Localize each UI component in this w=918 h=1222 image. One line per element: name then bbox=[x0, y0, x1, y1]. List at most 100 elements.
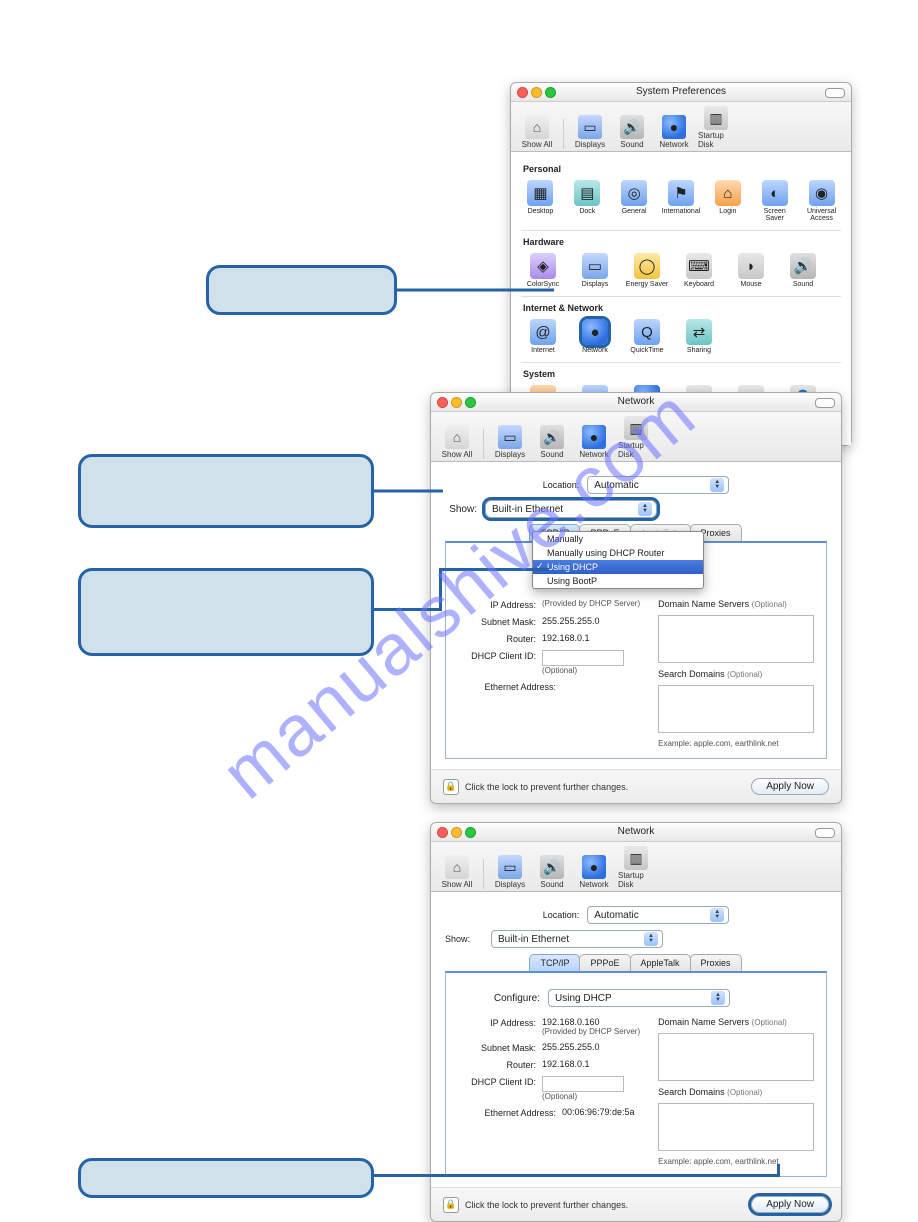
menu-item-manually[interactable]: Manually bbox=[533, 532, 703, 546]
titlebar: System Preferences bbox=[511, 83, 851, 102]
lock-text: Click the lock to prevent further change… bbox=[465, 1200, 628, 1210]
toolbar-network[interactable]: ●Network bbox=[656, 115, 692, 149]
toolbar-displays[interactable]: ▭Displays bbox=[492, 425, 528, 459]
show-label: Show: bbox=[445, 934, 483, 944]
ethernet-address-value: 00:06:96:79:de:5a bbox=[562, 1107, 635, 1117]
section-hardware-label: Hardware bbox=[523, 237, 841, 247]
toolbar-sound[interactable]: 🔊Sound bbox=[534, 855, 570, 889]
pref-login[interactable]: ⌂Login bbox=[708, 180, 747, 222]
location-label: Location: bbox=[543, 480, 580, 490]
example-text: Example: apple.com, earthlink.net bbox=[658, 739, 814, 748]
pref-colorsync[interactable]: ◈ColorSync bbox=[521, 253, 565, 288]
minimize-icon[interactable] bbox=[451, 397, 462, 408]
resize-pill-icon[interactable] bbox=[825, 88, 845, 98]
pref-international[interactable]: ⚑International bbox=[662, 180, 701, 222]
section-personal-label: Personal bbox=[523, 164, 841, 174]
search-domains-textarea[interactable] bbox=[658, 1103, 814, 1151]
location-label: Location: bbox=[543, 910, 580, 920]
apply-now-button[interactable]: Apply Now bbox=[751, 1196, 829, 1213]
subnet-value: 255.255.255.0 bbox=[542, 616, 600, 626]
traffic-lights[interactable] bbox=[517, 87, 556, 98]
toolbar-show-all[interactable]: ⌂Show All bbox=[439, 855, 475, 889]
close-icon[interactable] bbox=[437, 397, 448, 408]
show-select[interactable]: Built-in Ethernet▲▼ bbox=[491, 930, 663, 948]
pref-dock[interactable]: ▤Dock bbox=[568, 180, 607, 222]
traffic-lights[interactable] bbox=[437, 397, 476, 408]
dhcp-client-id-input[interactable] bbox=[542, 1076, 624, 1092]
pref-screen-saver[interactable]: ◐Screen Saver bbox=[755, 180, 794, 222]
menu-item-using-dhcp[interactable]: Using DHCP bbox=[533, 560, 703, 574]
pref-network[interactable]: ●Network bbox=[573, 319, 617, 354]
router-value: 192.168.0.1 bbox=[542, 1059, 590, 1069]
ip-address-value: 192.168.0.160 bbox=[542, 1017, 640, 1027]
dns-servers-textarea[interactable] bbox=[658, 615, 814, 663]
toolbar: ⌂Show All ▭Displays 🔊Sound ●Network ▥Sta… bbox=[511, 102, 851, 152]
resize-pill-icon[interactable] bbox=[815, 398, 835, 408]
lock-icon[interactable]: 🔒 bbox=[443, 779, 459, 795]
pref-general[interactable]: ◎General bbox=[615, 180, 654, 222]
toolbar-sound[interactable]: 🔊Sound bbox=[534, 425, 570, 459]
pref-quicktime[interactable]: QQuickTime bbox=[625, 319, 669, 354]
close-icon[interactable] bbox=[437, 827, 448, 838]
zoom-icon[interactable] bbox=[465, 397, 476, 408]
toolbar-network[interactable]: ●Network bbox=[576, 425, 612, 459]
dns-servers-textarea[interactable] bbox=[658, 1033, 814, 1081]
lock-text: Click the lock to prevent further change… bbox=[465, 782, 628, 792]
pref-internet[interactable]: @Internet bbox=[521, 319, 565, 354]
tab-tcpip[interactable]: TCP/IP bbox=[529, 954, 580, 971]
toolbar-startup-disk[interactable]: ▥Startup Disk bbox=[618, 416, 654, 459]
pref-desktop[interactable]: ▦Desktop bbox=[521, 180, 560, 222]
tab-proxies[interactable]: Proxies bbox=[690, 954, 742, 971]
minimize-icon[interactable] bbox=[531, 87, 542, 98]
example-text: Example: apple.com, earthlink.net bbox=[658, 1157, 814, 1166]
menu-item-manually-dhcp-router[interactable]: Manually using DHCP Router bbox=[533, 546, 703, 560]
toolbar-displays[interactable]: ▭Displays bbox=[492, 855, 528, 889]
pref-mouse[interactable]: ◗Mouse bbox=[729, 253, 773, 288]
section-system-label: System bbox=[523, 369, 841, 379]
pref-sharing[interactable]: ⇄Sharing bbox=[677, 319, 721, 354]
window-title: System Preferences bbox=[636, 86, 726, 97]
configure-select[interactable]: Using DHCP▲▼ bbox=[548, 989, 730, 1007]
zoom-icon[interactable] bbox=[465, 827, 476, 838]
callout-box-2 bbox=[78, 454, 374, 528]
menu-item-using-bootp[interactable]: Using BootP bbox=[533, 574, 703, 588]
pref-universal-access[interactable]: ◉Universal Access bbox=[802, 180, 841, 222]
router-value: 192.168.0.1 bbox=[542, 633, 590, 643]
resize-pill-icon[interactable] bbox=[815, 828, 835, 838]
callout-box-1 bbox=[206, 265, 397, 315]
toolbar-sound[interactable]: 🔊Sound bbox=[614, 115, 650, 149]
toolbar-startup-disk[interactable]: ▥Startup Disk bbox=[698, 106, 734, 149]
toolbar-show-all[interactable]: ⌂Show All bbox=[519, 115, 555, 149]
close-icon[interactable] bbox=[517, 87, 528, 98]
show-label: Show: bbox=[445, 504, 477, 515]
location-select[interactable]: Automatic▲▼ bbox=[587, 476, 729, 494]
show-select[interactable]: Built-in Ethernet▲▼ bbox=[485, 500, 657, 518]
pref-sound[interactable]: 🔊Sound bbox=[781, 253, 825, 288]
traffic-lights[interactable] bbox=[437, 827, 476, 838]
dhcp-client-id-input[interactable] bbox=[542, 650, 624, 666]
configure-menu-popup[interactable]: Manually Manually using DHCP Router Usin… bbox=[532, 531, 704, 589]
location-select[interactable]: Automatic▲▼ bbox=[587, 906, 729, 924]
apply-now-button[interactable]: Apply Now bbox=[751, 778, 829, 795]
tab-appletalk[interactable]: AppleTalk bbox=[630, 954, 691, 971]
section-internet-label: Internet & Network bbox=[523, 303, 841, 313]
search-domains-textarea[interactable] bbox=[658, 685, 814, 733]
toolbar-startup-disk[interactable]: ▥Startup Disk bbox=[618, 846, 654, 889]
window-network-1: Network ⌂Show All ▭Displays 🔊Sound ●Netw… bbox=[430, 392, 842, 804]
window-title: Network bbox=[618, 826, 655, 837]
pref-displays[interactable]: ▭Displays bbox=[573, 253, 617, 288]
pref-energy-saver[interactable]: ◯Energy Saver bbox=[625, 253, 669, 288]
zoom-icon[interactable] bbox=[545, 87, 556, 98]
window-title: Network bbox=[618, 396, 655, 407]
minimize-icon[interactable] bbox=[451, 827, 462, 838]
lock-icon[interactable]: 🔒 bbox=[443, 1197, 459, 1213]
window-network-2: Network ⌂Show All ▭Displays 🔊Sound ●Netw… bbox=[430, 822, 842, 1222]
toolbar-network[interactable]: ●Network bbox=[576, 855, 612, 889]
pref-keyboard[interactable]: ⌨Keyboard bbox=[677, 253, 721, 288]
toolbar-displays[interactable]: ▭Displays bbox=[572, 115, 608, 149]
tab-pppoe[interactable]: PPPoE bbox=[579, 954, 630, 971]
callout-box-3 bbox=[78, 568, 374, 656]
toolbar-show-all[interactable]: ⌂Show All bbox=[439, 425, 475, 459]
callout-box-4 bbox=[78, 1158, 374, 1198]
subnet-value: 255.255.255.0 bbox=[542, 1042, 600, 1052]
